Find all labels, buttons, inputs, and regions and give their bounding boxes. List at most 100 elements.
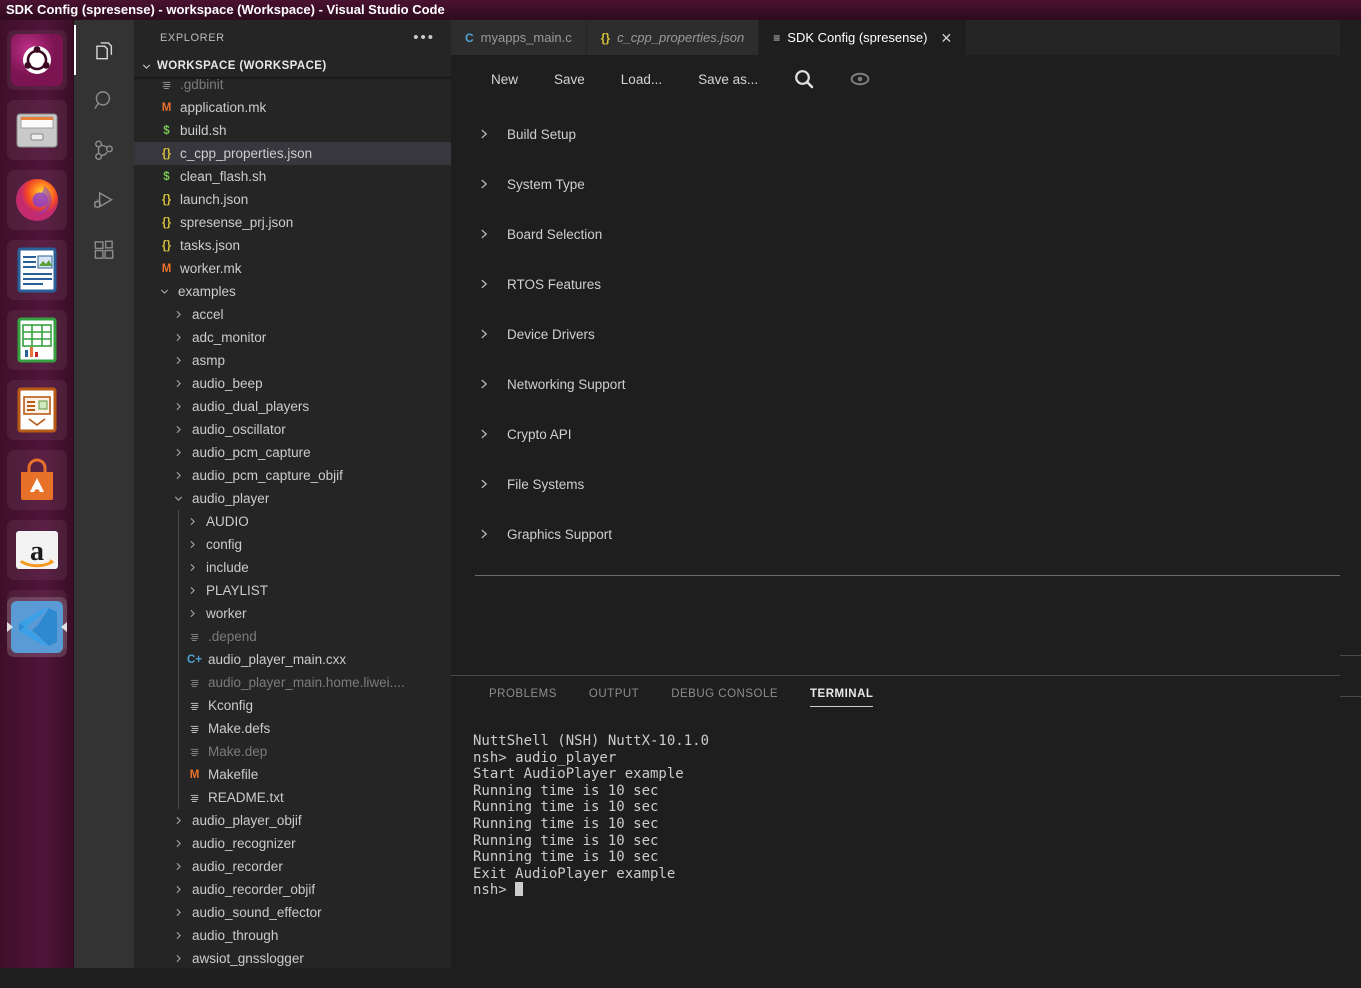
tree-file-row[interactable]: {} tasks.json [134,234,451,257]
load-button[interactable]: Load... [603,66,680,93]
panel-tab-output[interactable]: OUTPUT [573,676,655,711]
tree-file-row[interactable]: .depend [134,625,451,648]
config-section-row[interactable]: Board Selection [451,209,1361,259]
tree-folder-row[interactable]: audio_beep [134,372,451,395]
tree-folder-row[interactable]: audio_recorder [134,855,451,878]
tree-item-label: launch.json [180,192,249,207]
tree-folder-row[interactable]: accel [134,303,451,326]
tree-item-label: examples [178,284,236,299]
config-section-row[interactable]: Networking Support [451,359,1361,409]
dock-item-libreoffice-calc[interactable] [7,310,67,370]
tree-folder-row[interactable]: config [134,533,451,556]
tree-file-row[interactable]: {} launch.json [134,188,451,211]
config-section-row[interactable]: File Systems [451,459,1361,509]
config-section-label: Crypto API [507,426,572,442]
tree-folder-row[interactable]: asmp [134,349,451,372]
tree-file-row[interactable]: C+ audio_player_main.cxx [134,648,451,671]
tree-folder-row[interactable]: examples [134,280,451,303]
tree-file-row[interactable]: audio_player_main.home.liwei.... [134,671,451,694]
tree-folder-row[interactable]: worker [134,602,451,625]
chevron-right-icon [190,586,195,595]
panel-tab-problems[interactable]: PROBLEMS [473,676,573,711]
tree-folder-row[interactable]: audio_oscillator [134,418,451,441]
tab-label: myapps_main.c [480,30,572,45]
config-section-label: Graphics Support [507,526,613,542]
dock-item-vscode[interactable] [7,597,67,657]
tree-folder-row[interactable]: awsiot_gnsslogger [134,947,451,968]
tab-close-icon[interactable]: ✕ [940,31,952,45]
panel-tab-terminal[interactable]: TERMINAL [794,676,889,711]
chevron-right-icon [176,425,181,434]
dock-item-libreoffice-writer[interactable] [7,240,67,300]
dock-item-ubuntu-software[interactable] [7,450,67,510]
chevron-right-icon [481,329,488,339]
eye-icon[interactable] [832,61,888,97]
activitybar-search-icon[interactable] [74,75,134,125]
tree-file-row[interactable]: Kconfig [134,694,451,717]
tree-file-row[interactable]: $ build.sh [134,119,451,142]
tree-folder-row[interactable]: audio_dual_players [134,395,451,418]
terminal-output[interactable]: NuttShell (NSH) NuttX-10.1.0 nsh> audio_p… [451,711,1361,899]
tree-item-label: audio_player_main.cxx [208,652,347,667]
editor-tab-3[interactable]: ≡ SDK Config (spresense) ✕ [759,20,968,55]
config-section-row[interactable]: Device Drivers [451,309,1361,359]
tree-file-row[interactable]: README.txt [134,786,451,809]
chevron-right-icon [176,471,181,480]
tree-file-row[interactable]: Mworker.mk [134,257,451,280]
tree-folder-row[interactable]: audio_pcm_capture_objif [134,464,451,487]
workspace-root-row[interactable]: WORKSPACE (WORKSPACE) [134,55,451,77]
tree-file-row[interactable]: {} c_cpp_properties.json [134,142,451,165]
tree-folder-row[interactable]: audio_sound_effector [134,901,451,924]
dock-item-firefox[interactable] [7,170,67,230]
tree-item-label: .gdbinit [180,77,224,92]
dock-item-amazon[interactable]: a [7,520,67,580]
dock-item-libreoffice-impress[interactable] [7,380,67,440]
tree-folder-row[interactable]: audio_player_objif [134,809,451,832]
config-section-row[interactable]: Build Setup [451,109,1361,159]
tree-file-row[interactable]: Mapplication.mk [134,96,451,119]
dock-item-files[interactable] [7,100,67,160]
panel-tab-debug-console[interactable]: DEBUG CONSOLE [655,676,794,711]
config-section-label: Networking Support [507,376,626,392]
activitybar-source-control-icon[interactable] [74,125,134,175]
tree-indent-guide [178,579,179,602]
file-tree[interactable]: .gdbinit Mapplication.mk $ build.sh {} c_cpp_… [134,77,451,968]
config-section-row[interactable]: Graphics Support [451,509,1361,559]
config-section-row[interactable]: Crypto API [451,409,1361,459]
tree-folder-row[interactable]: audio_through [134,924,451,947]
tree-item-label: asmp [192,353,226,368]
activitybar-extensions-icon[interactable] [74,225,134,275]
config-section-row[interactable]: RTOS Features [451,259,1361,309]
explorer-more-actions-icon[interactable]: ••• [413,30,435,45]
tree-folder-row[interactable]: audio_recognizer [134,832,451,855]
tree-folder-row[interactable]: adc_monitor [134,326,451,349]
tree-file-row[interactable]: .gdbinit [134,77,451,96]
new-button[interactable]: New [473,66,536,93]
chevron-right-icon [176,333,181,342]
search-icon[interactable] [776,61,832,97]
dock-item-ubuntu-logo[interactable] [7,30,67,90]
tree-folder-row[interactable]: AUDIO [134,510,451,533]
activitybar-explorer-icon[interactable] [74,25,134,75]
tree-file-row[interactable]: Make.defs [134,717,451,740]
save-button[interactable]: Save [536,66,603,93]
tree-file-row[interactable]: {} spresense_prj.json [134,211,451,234]
config-section-row[interactable]: System Type [451,159,1361,209]
terminal-line: Running time is 10 sec [473,782,659,799]
tree-file-row[interactable]: M Makefile [134,763,451,786]
tree-folder-row[interactable]: PLAYLIST [134,579,451,602]
editor-tab-2[interactable]: {} c_cpp_properties.json [586,20,760,55]
tree-file-row[interactable]: $ clean_flash.sh [134,165,451,188]
tree-folder-row[interactable]: audio_recorder_objif [134,878,451,901]
tree-file-row[interactable]: Make.dep [134,740,451,763]
chevron-right-icon [176,816,181,825]
terminal-cursor [515,882,524,897]
activitybar-run-debug-icon[interactable] [74,175,134,225]
tree-folder-row[interactable]: audio_player [134,487,451,510]
tree-folder-row[interactable]: include [134,556,451,579]
save-as-button[interactable]: Save as... [680,66,776,93]
editor-tab-1[interactable]: Cmyapps_main.c [451,20,587,55]
explorer-title: EXPLORER [160,31,225,44]
config-section-label: Device Drivers [507,326,595,342]
tree-folder-row[interactable]: audio_pcm_capture [134,441,451,464]
